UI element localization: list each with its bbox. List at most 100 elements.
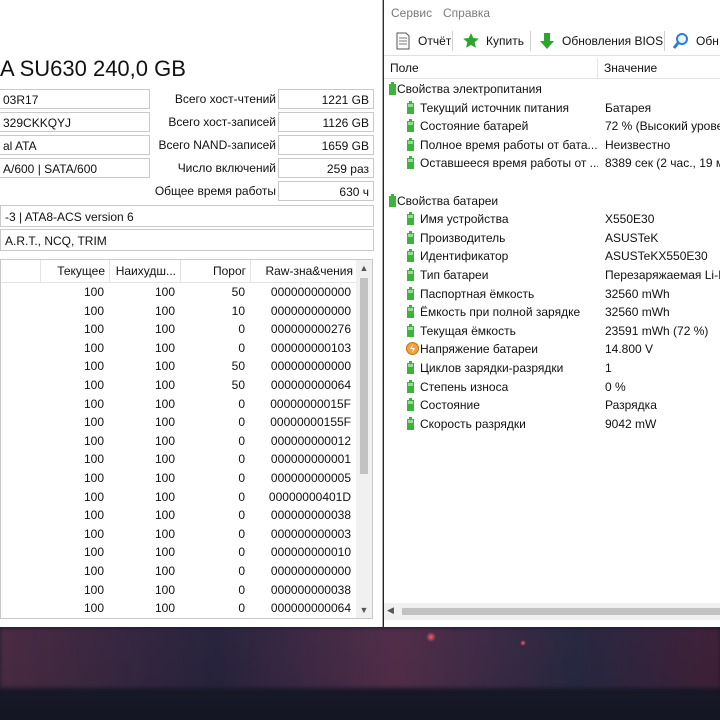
menu-service[interactable]: Сервис [391, 6, 432, 20]
battery-icon [407, 398, 414, 412]
table-row[interactable]: 100 100 50 000000000064 [1, 376, 357, 395]
toolbar-separator [530, 31, 531, 51]
search-updates-button[interactable]: Обн [672, 30, 719, 52]
table-row[interactable]: 100 100 50 000000000000 [1, 283, 357, 302]
column-header-value[interactable]: Значение [598, 58, 720, 78]
property-row[interactable]: Текущий источник питания Батарея [384, 99, 720, 117]
power-icon [389, 193, 396, 207]
property-row[interactable]: Полное время работы от бата... Неизвестно [384, 136, 720, 154]
table-cell: 0 [238, 415, 245, 430]
battery-icon [407, 137, 414, 151]
horizontal-scrollbar[interactable]: ◀ [384, 603, 720, 620]
battery-icon [407, 119, 414, 133]
property-row[interactable]: Состояние батарей 72 % (Высокий уровень) [384, 117, 720, 135]
property-row[interactable]: Производитель ASUSTeK [384, 229, 720, 247]
bios-updates-button[interactable]: Обновления BIOS [538, 30, 663, 52]
table-cell: 00000000015F [270, 396, 351, 411]
property-row[interactable]: Напряжение батареи 14.800 V [384, 340, 720, 358]
scroll-thumb[interactable] [360, 278, 368, 474]
property-value: Неизвестно [605, 137, 671, 152]
stat-label: Всего хост-чтений [174, 92, 276, 106]
group-title: Свойства электропитания [397, 82, 542, 96]
table-cell: 100 [154, 508, 175, 523]
property-field: Состояние батарей [420, 119, 529, 134]
battery-icon [407, 156, 414, 170]
table-row[interactable]: 100 100 0 000000000276 [1, 320, 357, 339]
table-cell: 0 [238, 563, 245, 578]
table-cell-id [1, 599, 41, 617]
table-row[interactable]: 100 100 0 000000000010 [1, 543, 357, 562]
table-cell-id [1, 562, 41, 580]
table-row[interactable]: 100 100 0 00000000015F [1, 395, 357, 414]
property-field: Ёмкость при полной зарядке [420, 305, 581, 320]
table-cell: 0 [238, 489, 245, 504]
property-value: 0 % [605, 379, 626, 394]
smart-table-header: Текущее Наихудш... Порог Raw-зна&чения [1, 260, 357, 283]
property-row[interactable]: Скорость разрядки 9042 mW [384, 415, 720, 433]
table-cell: 000000000064 [270, 601, 351, 616]
table-cell: 0 [238, 433, 245, 448]
property-row[interactable]: Ёмкость при полной зарядке 32560 mWh [384, 303, 720, 321]
property-field: Состояние [420, 398, 480, 413]
table-cell: 100 [83, 452, 104, 467]
table-row[interactable]: 100 100 0 000000000001 [1, 450, 357, 469]
group-header[interactable]: Свойства электропитания [384, 80, 720, 98]
report-button[interactable]: Отчёт [394, 30, 451, 52]
table-cell: 100 [83, 377, 104, 392]
scroll-down-icon[interactable]: ▼ [356, 602, 372, 618]
table-row[interactable]: 100 100 0 000000000003 [1, 525, 357, 544]
table-row[interactable]: 100 100 50 000000000000 [1, 357, 357, 376]
stat-label: Число включений [177, 161, 276, 175]
property-row[interactable]: Степень износа 0 % [384, 378, 720, 396]
property-row[interactable]: Тип батареи Перезаряжаемая Li-Ion [384, 266, 720, 284]
smart-table[interactable]: Текущее Наихудш... Порог Raw-зна&чения 1… [0, 259, 373, 619]
buy-button[interactable]: Купить [462, 30, 524, 52]
standard-value: -3 | ATA8-ACS version 6 [0, 205, 374, 227]
scroll-up-icon[interactable]: ▲ [356, 260, 372, 276]
menu-help[interactable]: Справка [443, 6, 490, 20]
table-row[interactable]: 100 100 0 000000000038 [1, 581, 357, 600]
table-cell: 100 [83, 489, 104, 504]
table-row[interactable]: 100 100 0 000000000064 [1, 599, 357, 618]
property-row[interactable]: Текущая ёмкость 23591 mWh (72 %) [384, 322, 720, 340]
table-cell: 100 [83, 582, 104, 597]
column-header-raw[interactable]: Raw-зна&чения [251, 260, 357, 282]
column-header-current[interactable]: Текущее [41, 260, 110, 282]
table-row[interactable]: 100 100 0 000000000005 [1, 469, 357, 488]
table-cell-id [1, 339, 41, 357]
wallpaper-light [520, 640, 526, 646]
property-row[interactable]: Идентификатор ASUSTeKX550E30 [384, 247, 720, 265]
wallpaper-light [426, 632, 436, 642]
battery-icon [407, 230, 414, 244]
property-row[interactable]: Паспортная ёмкость 32560 mWh [384, 285, 720, 303]
menu-bar: Сервис Справка [384, 0, 720, 26]
table-cell: 100 [83, 508, 104, 523]
table-cell: 100 [83, 601, 104, 616]
property-field: Тип батареи [420, 268, 489, 282]
column-header-id[interactable] [1, 260, 41, 282]
stat-value: 1659 GB [278, 135, 374, 155]
group-header[interactable]: Свойства батареи [384, 192, 720, 210]
column-header-threshold[interactable]: Порог [181, 260, 251, 282]
table-row[interactable]: 100 100 0 000000000000 [1, 562, 357, 581]
table-cell: 100 [83, 359, 104, 374]
table-cell: 100 [154, 489, 175, 504]
table-row[interactable]: 100 100 0 000000000012 [1, 432, 357, 451]
property-value: Батарея [605, 100, 652, 115]
table-row[interactable]: 100 100 10 000000000000 [1, 302, 357, 321]
table-row[interactable]: 100 100 0 000000000038 [1, 506, 357, 525]
table-row[interactable]: 100 100 0 000000000103 [1, 339, 357, 358]
column-header-field[interactable]: Поле [384, 58, 598, 78]
battery-icon [407, 249, 414, 263]
property-row[interactable]: Имя устройства X550E30 [384, 210, 720, 228]
table-cell: 0 [238, 396, 245, 411]
column-header-worst[interactable]: Наихудш... [110, 260, 181, 282]
table-row[interactable]: 100 100 0 00000000401D [1, 488, 357, 507]
property-row[interactable]: Оставшееся время работы от ... 8389 сек (… [384, 154, 720, 172]
scroll-left-icon[interactable]: ◀ [387, 605, 394, 616]
property-row[interactable]: Состояние Разрядка [384, 396, 720, 414]
property-row[interactable]: Циклов зарядки-разрядки 1 [384, 359, 720, 377]
vertical-scrollbar[interactable]: ▲ ▼ [356, 260, 372, 618]
scroll-thumb[interactable] [402, 608, 720, 615]
table-row[interactable]: 100 100 0 00000000155F [1, 413, 357, 432]
